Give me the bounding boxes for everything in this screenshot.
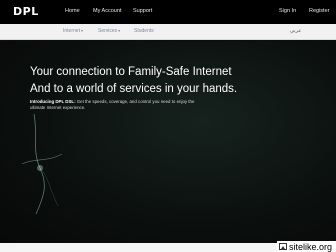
light-streak-graphic (21, 113, 63, 215)
nav-support-link[interactable]: Support (133, 8, 152, 14)
register-link[interactable]: Register (309, 8, 329, 14)
hero-headline: Your connection to Family-Safe Internet (30, 66, 232, 78)
menu-services[interactable]: Services▾ (98, 28, 120, 34)
hero-subheadline: And to a world of services in your hands… (30, 83, 238, 95)
sitelike-watermark: sitelike.org (276, 241, 336, 252)
hero-banner: Your connection to Family-Safe Internet … (0, 41, 336, 243)
secondary-navigation-bar: Internet▾ Services▾ Students عربي (0, 24, 336, 40)
language-switch-link[interactable]: عربي (290, 28, 301, 34)
top-navigation-bar: DPL Home My Account Support Sign In Regi… (0, 0, 336, 24)
hero-intro-text: Introducing DPL DSL: Get the speeds, cov… (30, 99, 195, 110)
menu-students[interactable]: Students (134, 28, 154, 34)
nav-home-link[interactable]: Home (65, 8, 80, 14)
nav-my-account-link[interactable]: My Account (93, 8, 121, 14)
chevron-down-icon: ▾ (118, 28, 121, 33)
chevron-down-icon: ▾ (80, 28, 83, 33)
menu-internet[interactable]: Internet▾ (63, 28, 83, 34)
image-icon (278, 243, 287, 250)
sign-in-link[interactable]: Sign In (279, 8, 296, 14)
dpl-logo[interactable]: DPL (13, 5, 39, 18)
